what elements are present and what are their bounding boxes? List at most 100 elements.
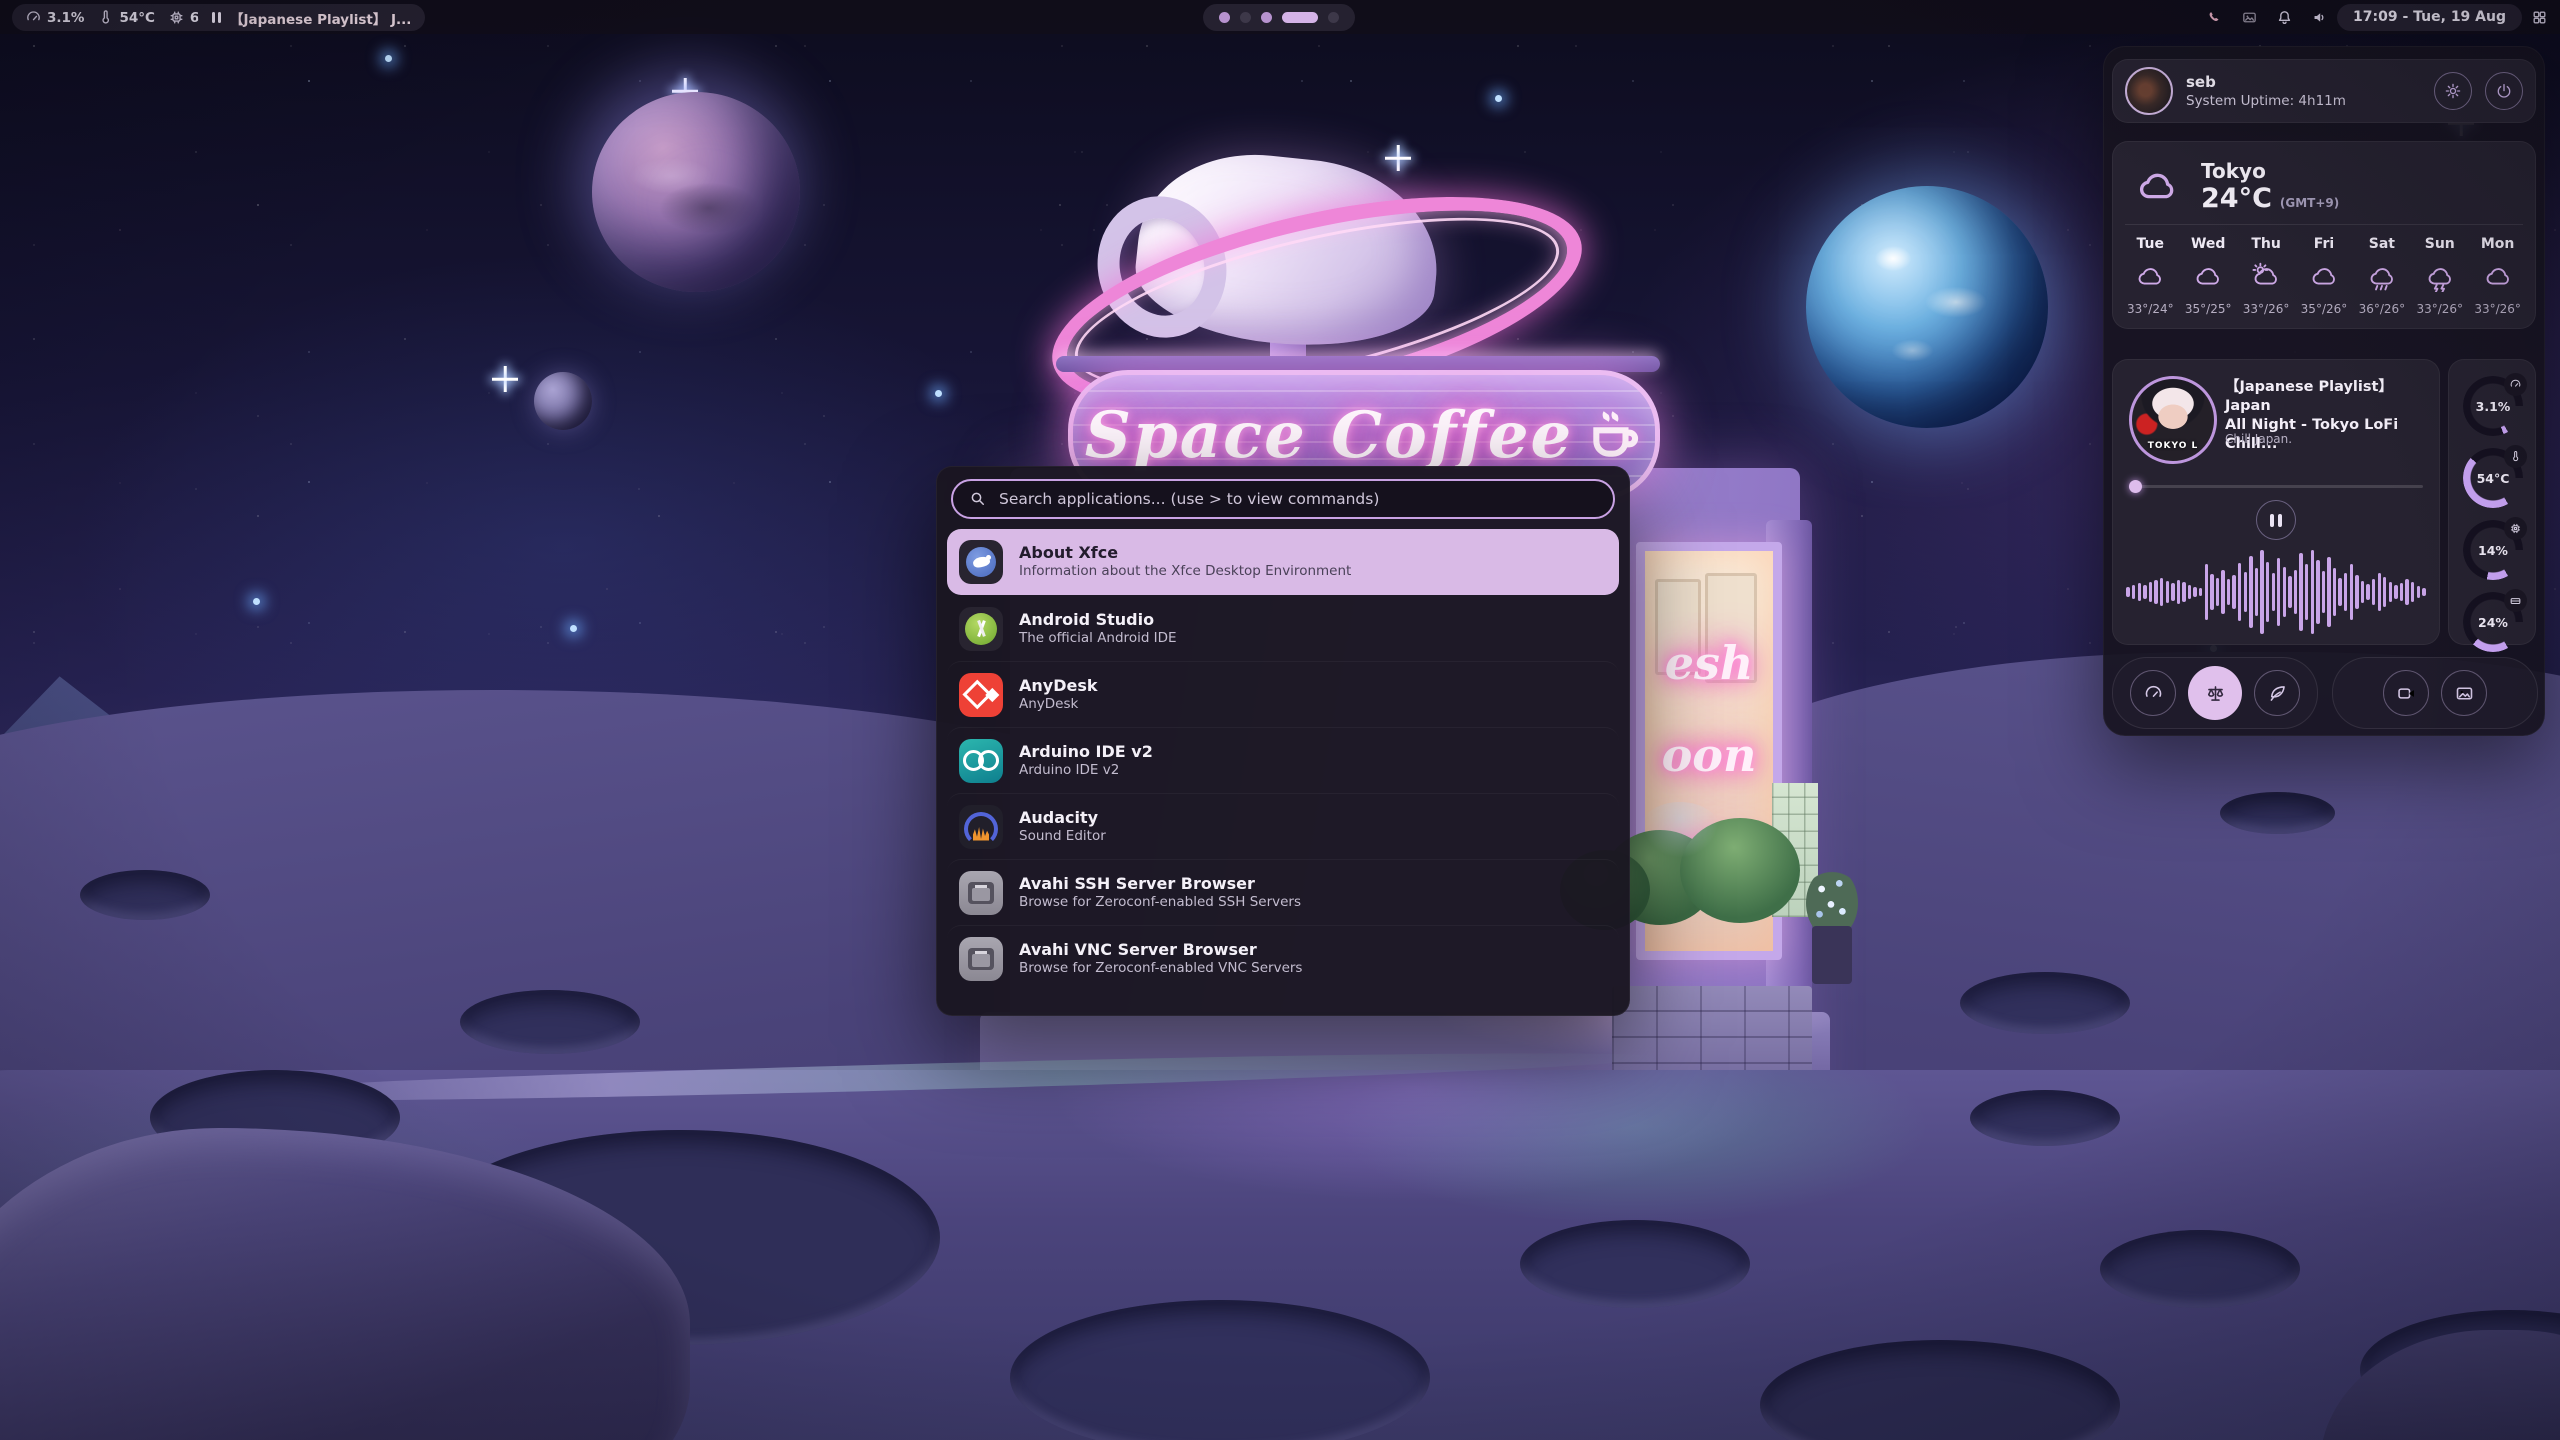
forecast-day: Thu 33°/26°: [2243, 234, 2290, 318]
side-panel: seb System Uptime: 4h11m Tokyo 24°C (GMT…: [2103, 46, 2545, 736]
power-saver-profile-button[interactable]: [2254, 670, 2300, 716]
forecast-day: Mon 33°/26°: [2474, 234, 2521, 318]
bright-star: [570, 625, 577, 632]
android-studio-icon: [959, 607, 1003, 651]
workspace-indicator[interactable]: [1203, 4, 1355, 31]
weather-icon: [2483, 262, 2513, 292]
avahi-icon: [959, 871, 1003, 915]
weather-timezone: (GMT+9): [2280, 196, 2339, 210]
now-playing-pill[interactable]: 【Japanese Playlist】 J...: [198, 4, 425, 31]
system-uptime: System Uptime: 4h11m: [2186, 93, 2421, 109]
grass-highlight: [1640, 802, 1720, 857]
audio-visualizer: [2127, 550, 2425, 634]
track-artist: Chill Japan.: [2225, 432, 2292, 446]
app-row-arduino[interactable]: Arduino IDE v2 Arduino IDE v2: [947, 727, 1619, 793]
app-subtitle: AnyDesk: [1019, 696, 1098, 714]
search-icon: [969, 490, 987, 508]
chip-icon: [168, 9, 185, 26]
workspace-dot[interactable]: [1240, 12, 1251, 23]
album-art[interactable]: TOKYO L: [2129, 376, 2217, 464]
drive-icon: [2509, 594, 2522, 607]
app-title: About Xfce: [1019, 543, 1351, 563]
app-subtitle: Browse for Zeroconf-enabled SSH Servers: [1019, 894, 1301, 912]
app-row-about-xfce[interactable]: About Xfce Information about the Xfce De…: [947, 529, 1619, 595]
app-title: Audacity: [1019, 808, 1106, 828]
app-results-list: About Xfce Information about the Xfce De…: [947, 529, 1619, 1003]
album-art-text: TOKYO L: [2132, 441, 2214, 451]
speedometer-icon: [25, 9, 42, 26]
audacity-icon: [959, 805, 1003, 849]
weather-icon: [2193, 262, 2223, 292]
power-button[interactable]: [2485, 72, 2523, 110]
system-tray: 17:09 - Tue, 19 Aug: [2197, 0, 2560, 34]
forecast-day: Sun 33°/26°: [2416, 234, 2463, 318]
weather-icon: [2367, 262, 2397, 292]
search-bar[interactable]: [951, 479, 1615, 519]
app-title: Arduino IDE v2: [1019, 742, 1153, 762]
app-subtitle: Information about the Xfce Desktop Envir…: [1019, 563, 1351, 581]
workspace-dot[interactable]: [1261, 12, 1272, 23]
performance-profile-button[interactable]: [2130, 670, 2176, 716]
leaf-icon: [2267, 683, 2288, 704]
app-title: Avahi VNC Server Browser: [1019, 940, 1302, 960]
now-playing-label: 【Japanese Playlist】 J...: [230, 8, 411, 28]
workspace-dot[interactable]: [1219, 12, 1230, 23]
screen-record-button[interactable]: [2383, 670, 2429, 716]
pause-button[interactable]: [2256, 500, 2296, 540]
bell-icon[interactable]: [2276, 9, 2293, 26]
app-row-android-studio[interactable]: Android Studio The official Android IDE: [947, 595, 1619, 661]
settings-button[interactable]: [2434, 72, 2472, 110]
progress-bar[interactable]: [2129, 480, 2423, 492]
app-row-anydesk[interactable]: AnyDesk AnyDesk: [947, 661, 1619, 727]
app-title: Android Studio: [1019, 610, 1177, 630]
temperature-stat: 54°C: [97, 9, 154, 26]
video-camera-icon: [2396, 683, 2417, 704]
workspace-dot[interactable]: [1328, 12, 1339, 23]
gear-icon: [2444, 82, 2462, 100]
weather-icon: [2309, 262, 2339, 292]
app-row-avahi-vnc[interactable]: Avahi VNC Server Browser Browse for Zero…: [947, 925, 1619, 991]
weather-card: Tokyo 24°C (GMT+9) Tue 33°/24° Wed 35°/2…: [2112, 141, 2536, 329]
weather-icon: [2135, 262, 2165, 292]
cloud-icon: [2129, 165, 2185, 209]
app-row-audacity[interactable]: Audacity Sound Editor: [947, 793, 1619, 859]
forecast-day: Tue 33°/24°: [2127, 234, 2174, 318]
user-name: seb: [2186, 73, 2421, 93]
screenshot-button[interactable]: [2441, 670, 2487, 716]
avatar[interactable]: [2125, 67, 2173, 115]
volume-icon[interactable]: [2311, 9, 2328, 26]
cpu-value: 3.1%: [47, 10, 84, 26]
app-grid-icon[interactable]: [2531, 9, 2548, 26]
cpu-gauge: 3.1%: [2463, 376, 2523, 436]
power-profile-group: [2112, 657, 2318, 729]
clock-label: 17:09 - Tue, 19 Aug: [2353, 9, 2506, 25]
bright-star: [253, 598, 260, 605]
workspace-dot[interactable]: [1282, 12, 1318, 23]
purple-planet: [592, 92, 800, 292]
weather-icon: [2425, 262, 2455, 292]
app-row-avahi-ssh[interactable]: Avahi SSH Server Browser Browse for Zero…: [947, 859, 1619, 925]
scales-icon: [2205, 683, 2226, 704]
top-bar: 3.1% 54°C 6.8G 【Japanese Playlist】 J... …: [0, 0, 2560, 34]
search-input[interactable]: [997, 489, 1597, 509]
power-icon: [2495, 82, 2513, 100]
app-subtitle: Arduino IDE v2: [1019, 762, 1153, 780]
star-sparkle: [492, 366, 518, 392]
screenshot-icon[interactable]: [2241, 9, 2258, 26]
memory-gauge: 14%: [2463, 520, 2523, 580]
cpu-stat: 3.1%: [25, 9, 84, 26]
forecast-day: Sat 36°/26°: [2359, 234, 2406, 318]
clock-pill[interactable]: 17:09 - Tue, 19 Aug: [2337, 4, 2522, 31]
balanced-profile-button[interactable]: [2188, 666, 2242, 720]
user-card: seb System Uptime: 4h11m: [2112, 59, 2536, 123]
forecast-day: Fri 35°/26°: [2301, 234, 2348, 318]
chip-icon: [2509, 522, 2522, 535]
weather-city: Tokyo: [2201, 160, 2339, 183]
coffee-cup-icon: [1587, 407, 1643, 463]
neon-sign-text: Space Coffee: [1085, 398, 1574, 473]
anydesk-icon: [959, 673, 1003, 717]
app-launcher-window: About Xfce Information about the Xfce De…: [936, 466, 1630, 1016]
progress-knob[interactable]: [2129, 480, 2142, 493]
app-subtitle: Sound Editor: [1019, 828, 1106, 846]
handset-icon[interactable]: [2206, 9, 2223, 26]
